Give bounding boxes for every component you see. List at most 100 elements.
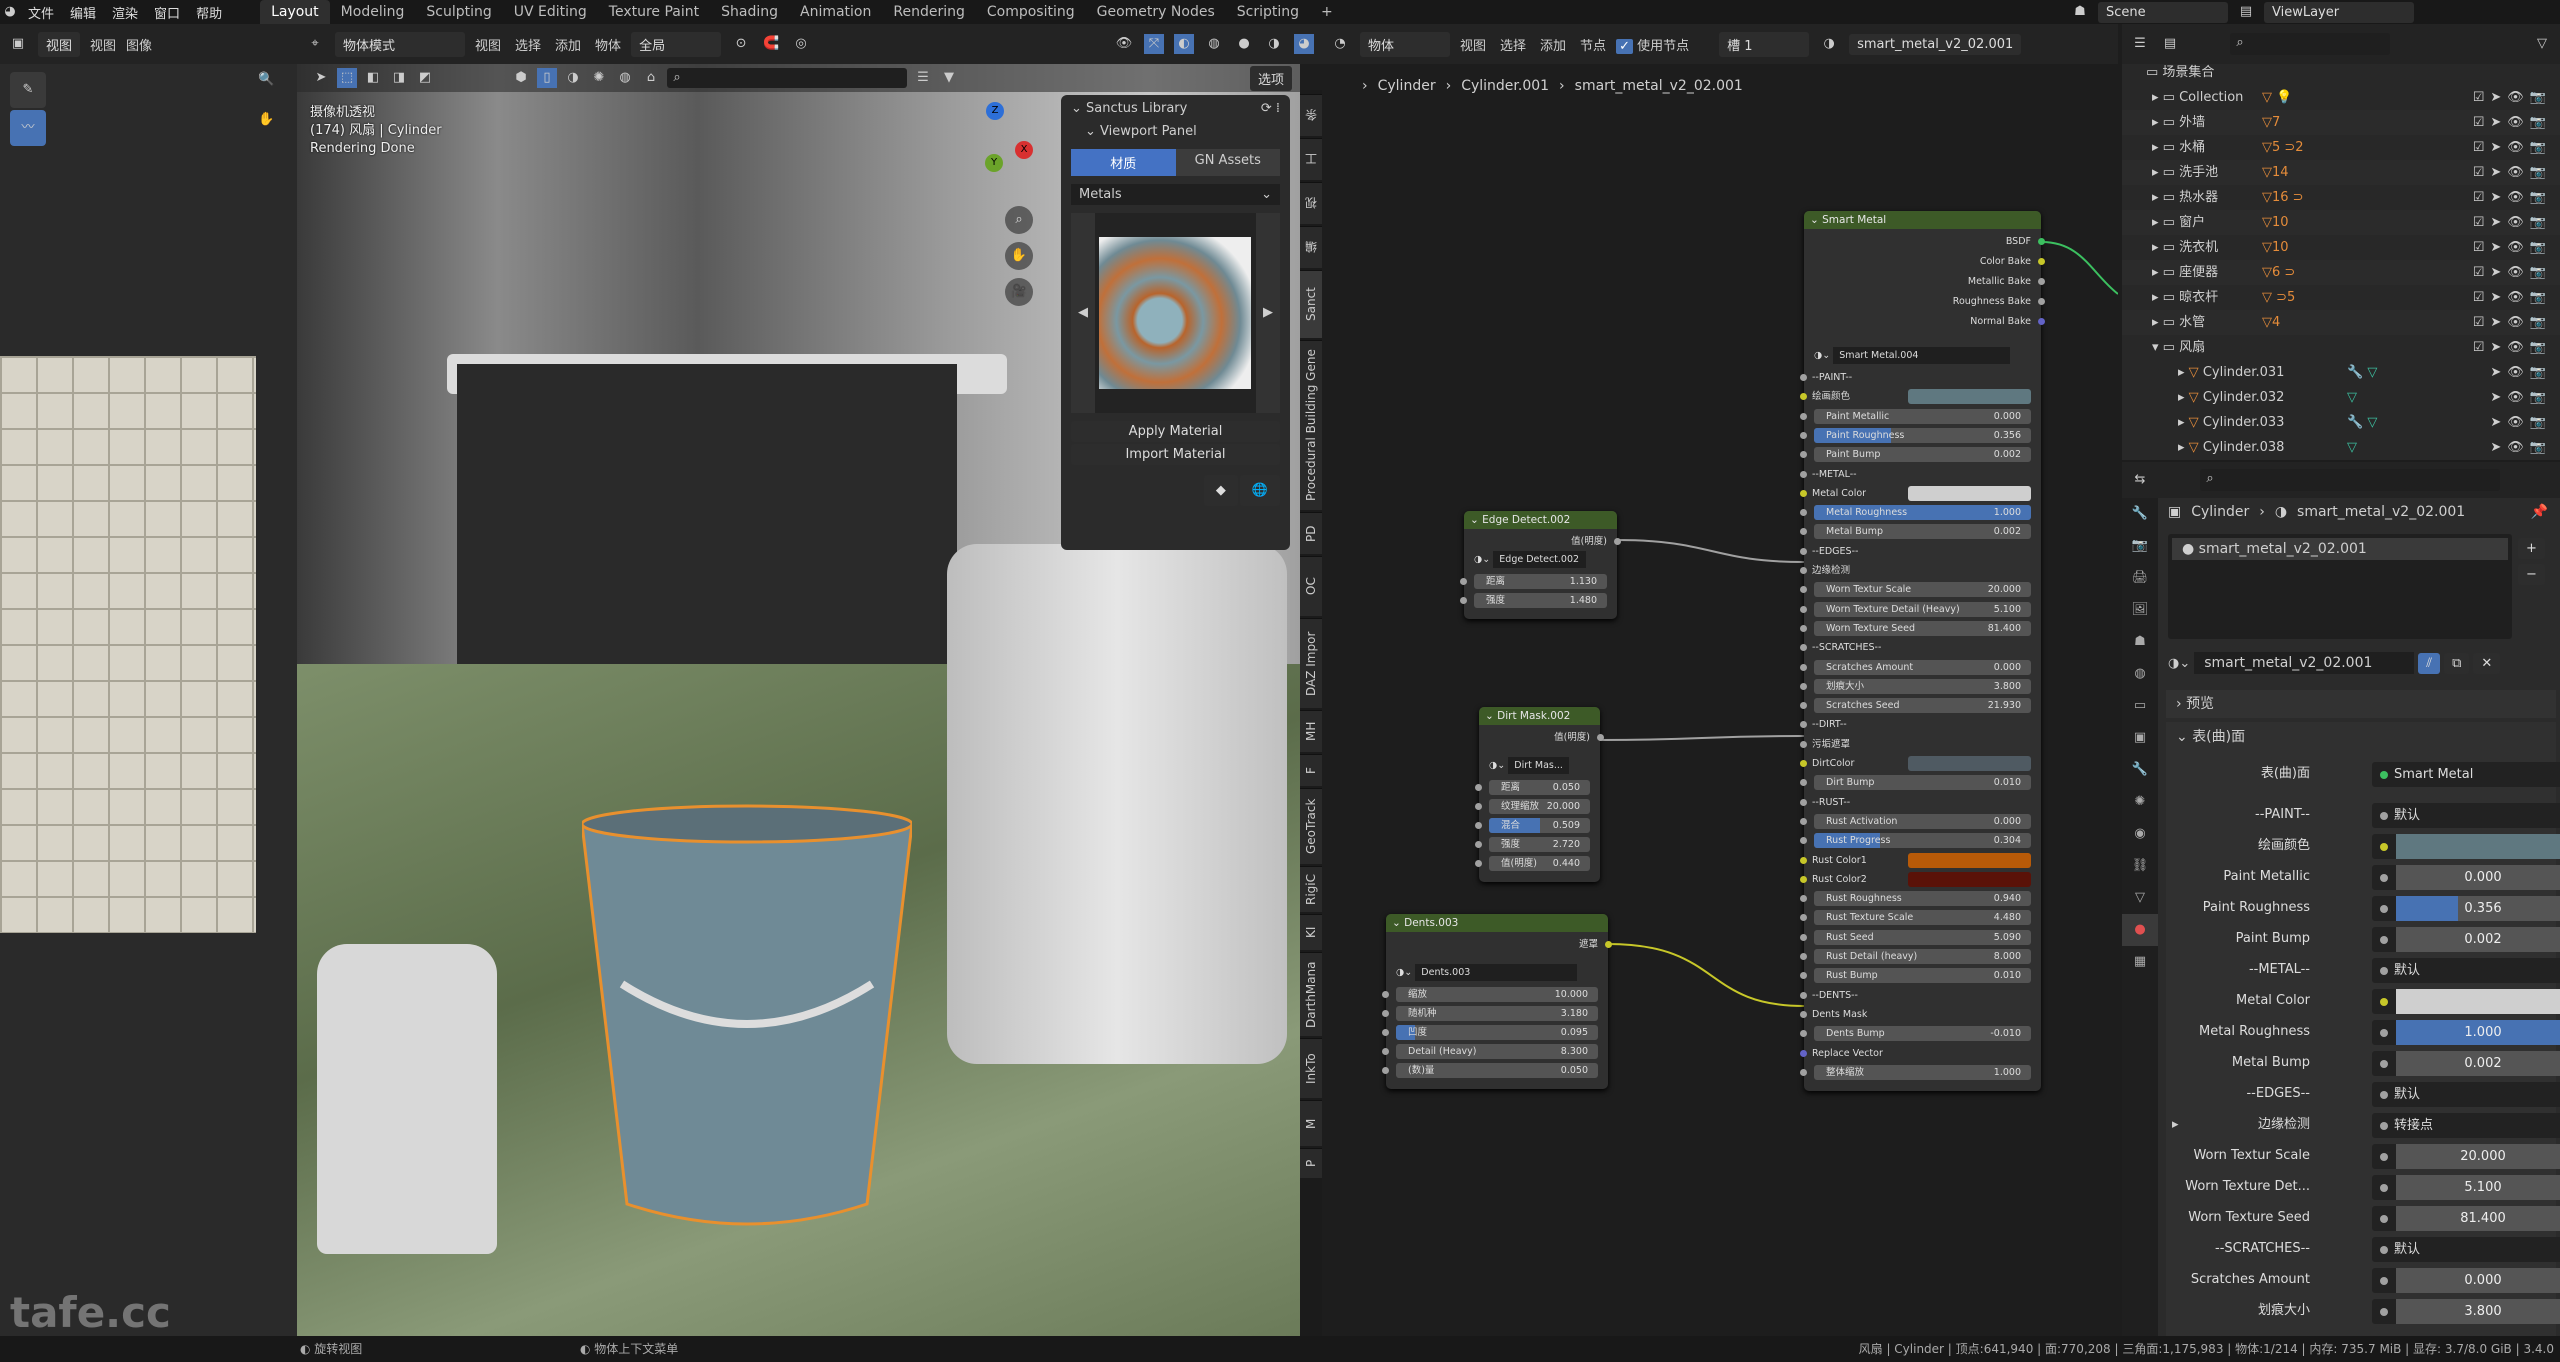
tab-workspace-rendering[interactable]: Rendering [882,0,976,24]
property-field[interactable] [2372,834,2560,859]
filter-icon[interactable]: ▼ [939,68,959,88]
outliner-collection[interactable]: ▸ ▭ 水桶 ▽5 ⊃2 ☑➤👁📷 [2122,135,2560,160]
tab-workspace-uv-editing[interactable]: UV Editing [503,0,598,24]
next-arrow-icon[interactable]: ▶ [1256,213,1280,413]
group-name[interactable]: Dirt Mas... [1508,757,1570,774]
data-tab-icon[interactable]: ▽ [2122,882,2158,914]
value-slider[interactable]: 20.000 [2396,1144,2560,1169]
expand-arrow-icon[interactable]: ▸ [2152,90,2163,105]
visibility-toggles[interactable]: ➤👁📷 [2490,435,2552,460]
modifier-icons[interactable]: 🔧 ▽ [2347,410,2377,435]
tab-workspace-shading[interactable]: Shading [710,0,789,24]
outliner-collection[interactable]: ▸ ▭ 窗户 ▽10 ☑➤👁📷 [2122,210,2560,235]
visibility-toggles[interactable]: ☑➤👁📷 [2473,235,2552,260]
value-slider[interactable]: 划痕大小 3.800 [1814,678,2031,694]
input-socket[interactable] [1800,895,1807,903]
collection-tab-icon[interactable]: ▭ [2122,690,2158,722]
input-socket[interactable] [1800,856,1807,864]
sidebar-tab[interactable]: 编 [1300,226,1322,268]
viewport-menu-3[interactable]: 物体 [595,35,621,54]
texture-tab-icon[interactable]: ▦ [2122,946,2158,978]
value-slider[interactable]: 整体缩放 1.000 [1814,1064,2031,1080]
expand-arrow-icon[interactable]: ▸ [2152,190,2163,205]
expand-arrow-icon[interactable]: ▸ [2178,440,2189,455]
menu-0[interactable]: 文件 [20,3,62,22]
socket-dot[interactable] [2380,936,2388,944]
visibility-toggles[interactable]: ☑➤👁📷 [2473,210,2552,235]
value-slider[interactable]: Paint Bump 0.002 [1814,447,2031,463]
input-socket[interactable] [1800,1049,1807,1057]
socket-dot[interactable] [2380,1029,2388,1037]
annotate-tool-icon[interactable]: 〰 [10,110,46,146]
input-socket[interactable] [1800,393,1807,401]
material-browse-icon[interactable]: ◑⌄ [2168,656,2190,671]
fake-user-icon[interactable]: ⫽ [2418,652,2441,674]
visibility-toggles[interactable]: ➤👁📷 [2490,410,2552,435]
outliner-object[interactable]: ▸ ▽ Cylinder.032 ▽ ➤👁📷 [2122,385,2560,410]
output-socket[interactable] [2038,298,2045,305]
outliner-collection[interactable]: ▸ ▭ Collection ▽ 💡 ☑➤👁📷 [2122,85,2560,110]
tab-workspace-compositing[interactable]: Compositing [976,0,1086,24]
solid-shading-icon[interactable]: ● [1234,34,1254,54]
input-socket[interactable] [1382,1048,1389,1055]
input-socket[interactable] [1460,597,1467,604]
input-socket[interactable] [1800,528,1807,536]
socket-dot[interactable] [2380,1153,2388,1161]
object-type-badges[interactable]: ▽6 ⊃ [2262,260,2295,285]
proportional-edit-icon[interactable]: ◎ [791,34,811,54]
value-slider[interactable]: Paint Metallic 0.000 [1814,408,2031,424]
gizmo-y-axis[interactable]: Y [985,154,1003,172]
value-slider[interactable]: 0.000 [2396,865,2560,890]
color-swatch[interactable] [1907,852,2031,868]
asset-search-input[interactable]: ⌕ [667,68,907,88]
input-socket[interactable] [1800,567,1807,574]
value-slider[interactable]: Rust Seed 5.090 [1814,929,2031,945]
expand-arrow-icon[interactable]: ▸ [2152,215,2163,230]
editor-type-icon[interactable]: ⇆ [2130,470,2150,490]
input-socket[interactable] [1475,860,1482,867]
socket-dot[interactable] [2380,1308,2388,1316]
material-slot-item[interactable]: ● smart_metal_v2_02.001 [2172,538,2508,560]
node-group-selector[interactable]: ◑⌄ Dents.003 [1386,964,1608,981]
output-socket[interactable] [2038,318,2045,325]
value-slider[interactable]: Metal Bump 0.002 [1814,524,2031,540]
input-socket[interactable] [1475,803,1482,810]
editor-type-icon[interactable]: ☰ [2130,34,2150,54]
sidebar-tab[interactable]: P [1300,1148,1322,1178]
expand-arrow-icon[interactable]: ▸ [2152,140,2163,155]
node-group-selector[interactable]: ◑⌄ Dirt Mas... [1479,757,1600,774]
input-socket[interactable] [1382,1029,1389,1036]
value-slider[interactable]: 1.000 [2396,1020,2560,1045]
value-slider[interactable]: Metal Roughness 1.000 [1814,505,2031,521]
group-name[interactable]: Smart Metal.004 [1833,347,2011,364]
node-header[interactable]: ⌄ Dirt Mask.002 [1479,707,1600,725]
property-field[interactable]: 0.002 [2372,927,2560,952]
value-slider[interactable]: Rust Texture Scale 4.480 [1814,910,2031,926]
outliner-object[interactable]: ▸ ▽ Cylinder.038 ▽ ➤👁📷 [2122,435,2560,460]
image-view-menu[interactable]: 视图 [90,35,116,54]
property-field[interactable]: 0.000 [2372,1268,2560,1293]
camera-view-icon[interactable]: 🎥 [1005,278,1033,306]
expand-arrow-icon[interactable]: ▸ [2152,265,2163,280]
image-view-dropdown[interactable]: 视图 [38,31,81,57]
material-thumbnail[interactable] [1099,237,1251,389]
object-type-badges[interactable]: ▽10 [2262,235,2289,260]
sidebar-tab[interactable]: M [1300,1100,1322,1146]
tab-workspace-animation[interactable]: Animation [789,0,882,24]
socket-dot[interactable] [2380,1184,2388,1192]
expand-arrow-icon[interactable]: ▸ [2178,390,2189,405]
menu-1[interactable]: 编辑 [62,3,104,22]
outliner-collection[interactable]: ▸ ▭ 水管 ▽4 ☑➤👁📷 [2122,310,2560,335]
value-slider[interactable]: 凹度 0.095 [1396,1025,1598,1040]
visibility-toggles[interactable]: ☑➤👁📷 [2473,260,2552,285]
particles-tab-icon[interactable]: ✺ [2122,786,2158,818]
node-dents[interactable]: ⌄ Dents.003 遮罩 ◑⌄ Dents.003 缩放 10.000 随机种 3.18… [1382,914,1612,1089]
value-slider[interactable]: 5.100 [2396,1175,2560,1200]
color-swatch[interactable] [2396,834,2560,859]
tab-workspace-layout[interactable]: Layout [260,0,330,24]
value-slider[interactable]: Dents Bump -0.010 [1814,1026,2031,1042]
input-socket[interactable] [1800,817,1807,825]
image-menu[interactable]: 图像 [126,35,152,54]
constraints-tab-icon[interactable]: ⛓ [2122,850,2158,882]
menu-3[interactable]: 窗口 [146,3,188,22]
